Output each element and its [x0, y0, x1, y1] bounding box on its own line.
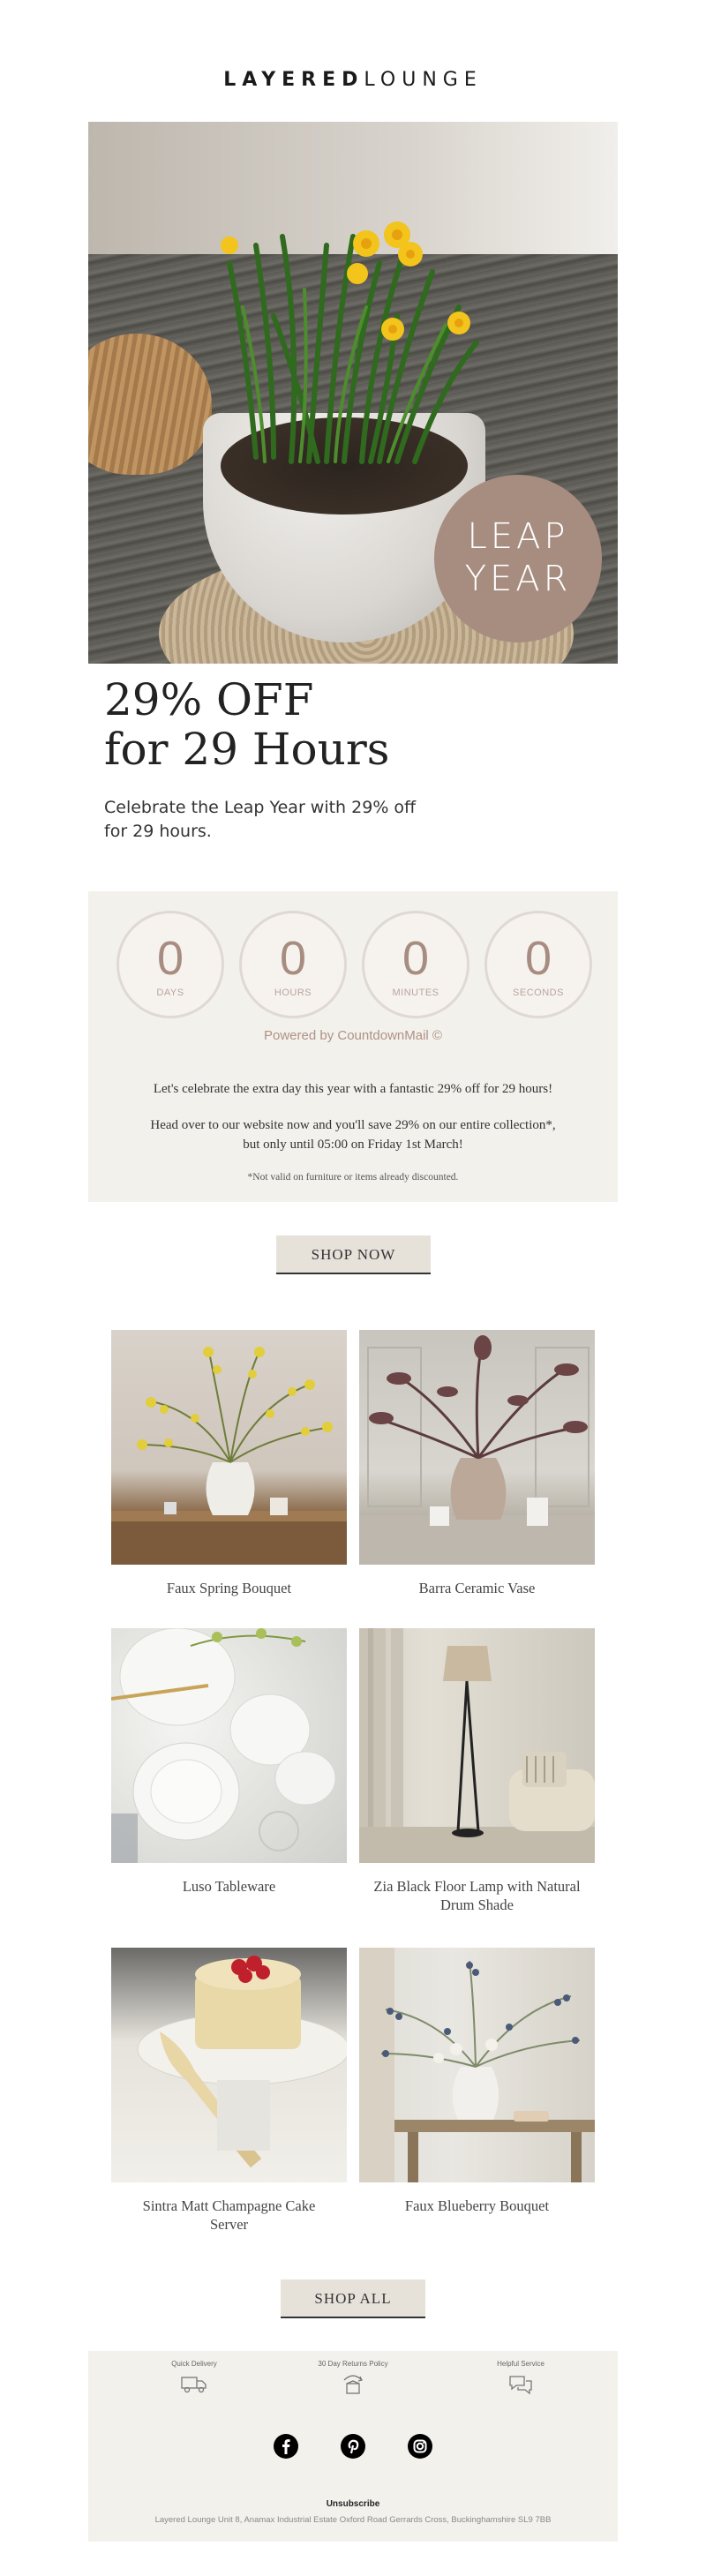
facebook-icon[interactable] — [273, 2434, 298, 2459]
product-name-line-2: Drum Shade — [440, 1896, 514, 1913]
social-links — [88, 2434, 618, 2459]
powered-by-link[interactable]: Powered by CountdownMail © — [88, 1028, 618, 1043]
product-image[interactable] — [359, 1628, 595, 1863]
subheadline-line-1: Celebrate the Leap Year with 29% off — [104, 798, 417, 817]
hero-image[interactable]: LEAP YEAR — [88, 122, 618, 664]
product-card[interactable]: Faux Blueberry Bouquet — [359, 1948, 595, 2215]
product-card[interactable]: Luso Tableware — [111, 1628, 347, 1896]
promo-text-1: Let's celebrate the extra day this year … — [153, 1082, 553, 1096]
cake-server-illustration — [137, 1956, 347, 2168]
blueberry-bouquet-illustration — [359, 1948, 595, 2182]
instagram-icon[interactable] — [408, 2434, 433, 2459]
feature-label: 30 Day Returns Policy — [318, 2360, 388, 2368]
countdown-seconds: 0 SECONDS — [484, 911, 592, 1018]
countdown-minutes-value: 0 — [402, 932, 430, 985]
footer: Quick Delivery 30 Day Returns Policy Hel… — [88, 2351, 618, 2542]
countdown-days-label: DAYS — [156, 988, 184, 998]
headline: 29% OFF for 29 Hours — [104, 675, 598, 774]
countdown-block: 0 DAYS 0 HOURS 0 MINUTES 0 SECONDS Power… — [88, 891, 618, 1202]
product-image[interactable] — [111, 1628, 347, 1863]
feature-label: Helpful Service — [497, 2360, 545, 2368]
product-name-line-1: Zia Black Floor Lamp with Natural — [373, 1878, 581, 1895]
countdown-hours: 0 HOURS — [239, 911, 347, 1018]
product-name[interactable]: Faux Blueberry Bouquet — [359, 2197, 595, 2215]
brand-logo[interactable]: LAYEREDLOUNGE — [0, 69, 706, 91]
logo-bold-text: LAYERED — [223, 69, 364, 91]
daffodil-illustration — [221, 222, 479, 464]
email-page: LAYEREDLOUNGE LEAP YEAR 29% OFF for 29 H… — [0, 0, 706, 2576]
badge-line-1: LEAP — [467, 516, 569, 557]
returns-box-icon — [265, 2373, 441, 2396]
tableware-illustration — [111, 1628, 336, 1863]
headline-line-1: 29% OFF — [104, 674, 314, 725]
product-name[interactable]: Sintra Matt Champagne Cake Server — [111, 2197, 347, 2234]
shop-all-button[interactable]: SHOP ALL — [281, 2279, 425, 2318]
shop-now-button[interactable]: SHOP NOW — [276, 1235, 431, 1274]
disclaimer-text: *Not valid on furniture or items already… — [247, 1172, 459, 1183]
countdown-hours-value: 0 — [279, 932, 307, 985]
company-address: Layered Lounge Unit 8, Anamax Industrial… — [154, 2515, 552, 2525]
product-card[interactable]: Sintra Matt Champagne Cake Server — [111, 1948, 347, 2234]
product-image[interactable] — [359, 1948, 595, 2182]
feature-returns-policy: 30 Day Returns Policy — [265, 2360, 441, 2396]
subheadline: Celebrate the Leap Year with 29% off for… — [104, 796, 475, 844]
feature-quick-delivery: Quick Delivery — [106, 2360, 282, 2396]
badge-line-2: YEAR — [464, 559, 572, 599]
headline-line-2: for 29 Hours — [104, 724, 390, 775]
unsubscribe-link[interactable]: Unsubscribe — [88, 2499, 618, 2509]
countdown-days: 0 DAYS — [116, 911, 224, 1018]
spring-bouquet-illustration — [111, 1347, 347, 1565]
promo-text-2-line-2: but only until 05:00 on Friday 1st March… — [243, 1138, 463, 1152]
countdown-days-value: 0 — [156, 932, 184, 985]
truck-icon — [106, 2373, 282, 2396]
product-name[interactable]: Barra Ceramic Vase — [359, 1579, 595, 1597]
countdown-minutes-label: MINUTES — [392, 988, 439, 998]
feature-helpful-service: Helpful Service — [432, 2360, 609, 2396]
floor-lamp-illustration — [359, 1628, 595, 1863]
subheadline-line-2: for 29 hours. — [104, 822, 212, 841]
product-card[interactable]: Faux Spring Bouquet — [111, 1330, 347, 1597]
product-image[interactable] — [359, 1330, 595, 1565]
feature-label: Quick Delivery — [171, 2360, 217, 2368]
product-card[interactable]: Zia Black Floor Lamp with Natural Drum S… — [359, 1628, 595, 1914]
product-name[interactable]: Faux Spring Bouquet — [111, 1579, 347, 1597]
product-image[interactable] — [111, 1948, 347, 2182]
countdown-hours-label: HOURS — [274, 988, 312, 998]
countdown-seconds-label: SECONDS — [513, 988, 564, 998]
pinterest-icon[interactable] — [341, 2434, 365, 2459]
leap-year-badge: LEAP YEAR — [434, 475, 602, 642]
ceramic-vase-illustration — [359, 1335, 595, 1565]
logo-light-text: LOUNGE — [364, 69, 483, 91]
product-image[interactable] — [111, 1330, 347, 1565]
product-name[interactable]: Luso Tableware — [111, 1877, 347, 1896]
product-name-line-2: Server — [209, 2216, 249, 2233]
product-name-line-1: Sintra Matt Champagne Cake — [142, 2197, 316, 2214]
promo-text-2-line-1: Head over to our website now and you'll … — [150, 1118, 556, 1132]
chat-bubbles-icon — [432, 2373, 609, 2396]
countdown-seconds-value: 0 — [524, 932, 552, 985]
promo-text-2: Head over to our website now and you'll … — [115, 1115, 591, 1154]
product-card[interactable]: Barra Ceramic Vase — [359, 1330, 595, 1597]
countdown-minutes: 0 MINUTES — [362, 911, 469, 1018]
product-name[interactable]: Zia Black Floor Lamp with Natural Drum S… — [359, 1877, 595, 1914]
countdown-timer: 0 DAYS 0 HOURS 0 MINUTES 0 SECONDS — [116, 911, 593, 1020]
